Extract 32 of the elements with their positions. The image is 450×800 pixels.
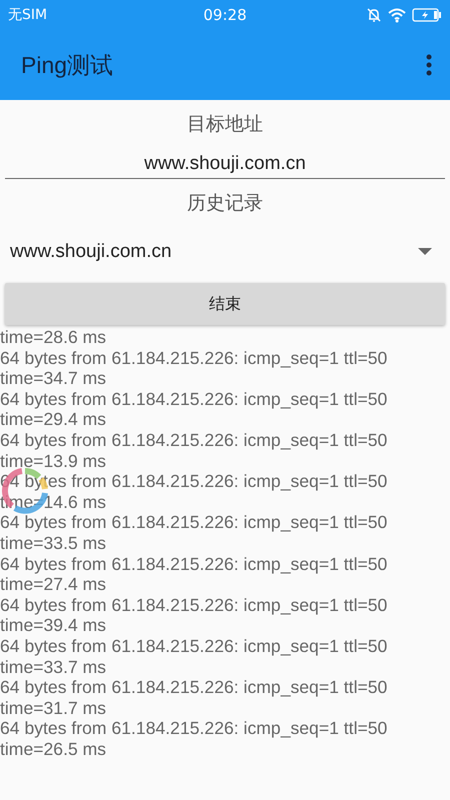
clock-text: 09:28 (203, 6, 247, 24)
log-line: time=26.5 ms (0, 738, 108, 760)
battery-charging-icon (412, 7, 442, 23)
log-line: 64 bytes from 61.184.215.226: icmp_seq=1 ttl=50 (0, 718, 388, 739)
log-line: 64 bytes from 61.184.215.226: icmp_seq=1 ttl=50 (0, 636, 388, 656)
carrier-text: 无SIM (8, 6, 48, 24)
log-line: 64 bytes from 61.184.215.226: icmp_seq=1 ttl=50 (0, 512, 388, 533)
log-line: time=27.4 ms (0, 574, 108, 595)
app-title: Ping测试 (21, 50, 114, 80)
wifi-icon (387, 7, 407, 23)
target-label: 目标地址 (186, 112, 264, 137)
log-line: time=33.7 ms (0, 656, 108, 678)
more-vertical-icon (426, 54, 432, 76)
history-dropdown[interactable]: www.shouji.com.cn (0, 228, 450, 276)
log-line: time=13.9 ms (0, 450, 108, 472)
log-line: 64 bytes from 61.184.215.226: icmp_seq=1 ttl=50 (0, 554, 388, 574)
address-field[interactable]: www.shouji.com.cn (5, 151, 445, 179)
log-line: time=31.7 ms (0, 698, 108, 718)
log-line: time=33.5 ms (0, 532, 108, 554)
log-line: 64 bytes from 61.184.215.226: icmp_seq=1 ttl=50 (0, 430, 388, 451)
log-line: 64 bytes from 61.184.215.226: icmp_seq=1 ttl=50 (0, 388, 388, 410)
stop-button[interactable]: 结束 (5, 283, 445, 325)
log-line: 64 bytes from 61.184.215.226: icmp_seq=1 ttl=50 (0, 348, 388, 368)
dropdown-arrow-icon (418, 248, 432, 256)
log-line: time=29.4 ms (0, 409, 108, 430)
history-label: 历史记录 (186, 191, 264, 216)
log-line: 64 bytes from 61.184.215.226: icmp_seq=1 ttl=50 (0, 594, 388, 616)
log-line: time=34.7 ms (0, 368, 108, 389)
bell-off-icon (366, 7, 382, 23)
log-line: 64 bytes from 61.184.215.226: icmp_seq=1 ttl=50 (0, 677, 388, 698)
log-line: time=39.4 ms (0, 615, 108, 636)
log-line: time=28.6 ms (0, 327, 108, 348)
